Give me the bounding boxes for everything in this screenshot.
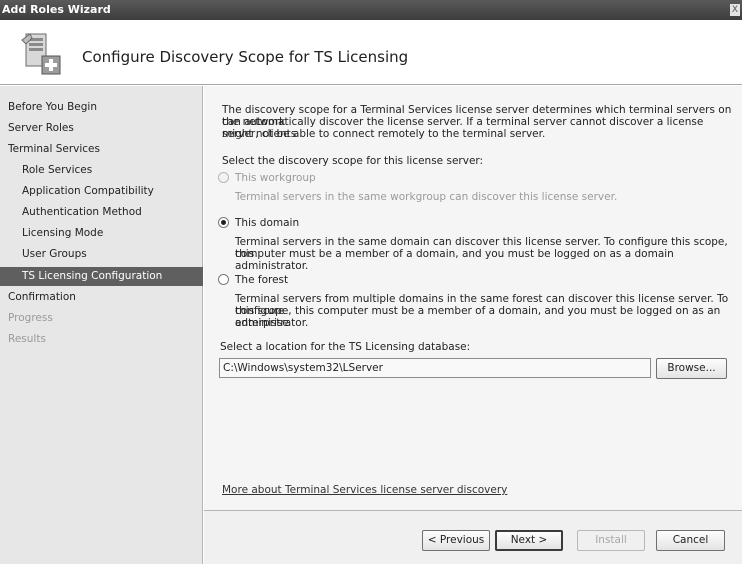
wizard-steps-nav: Before You Begin Server Roles Terminal S…	[0, 86, 203, 564]
nav-item-server-roles[interactable]: Server Roles	[0, 119, 203, 138]
workgroup-description: Terminal servers in the same workgroup c…	[235, 191, 618, 203]
install-button: Install	[577, 530, 645, 551]
forest-label[interactable]: The forest	[235, 274, 288, 286]
domain-radio[interactable]	[218, 217, 229, 228]
nav-item-progress: Progress	[8, 312, 53, 324]
domain-label[interactable]: This domain	[235, 217, 299, 229]
wizard-header: Configure Discovery Scope for TS Licensi…	[0, 20, 742, 85]
radio-selected-dot	[221, 220, 226, 225]
wizard-footer: < Previous Next > Install Cancel	[204, 510, 742, 564]
window-title: Add Roles Wizard	[2, 3, 111, 16]
nav-item-ts-licensing-configuration[interactable]: TS Licensing Configuration	[0, 267, 203, 286]
nav-item-results: Results	[8, 333, 46, 345]
forest-radio[interactable]	[218, 274, 229, 285]
browse-button[interactable]: Browse...	[656, 358, 727, 379]
database-location-input[interactable]: C:\Windows\system32\LServer	[219, 358, 651, 378]
more-info-link[interactable]: More about Terminal Services license ser…	[222, 484, 507, 496]
cancel-button[interactable]: Cancel	[656, 530, 725, 551]
workgroup-label: This workgroup	[235, 172, 316, 184]
previous-button[interactable]: < Previous	[422, 530, 490, 551]
wizard-content: The discovery scope for a Terminal Servi…	[204, 86, 742, 510]
close-icon[interactable]: X	[730, 4, 740, 16]
nav-item-licensing-mode[interactable]: Licensing Mode	[0, 224, 203, 243]
nav-item-before-you-begin[interactable]: Before You Begin	[0, 98, 203, 117]
window-title-bar: Add Roles Wizard X	[0, 0, 742, 20]
nav-item-role-services[interactable]: Role Services	[0, 161, 203, 180]
intro-text-line-3: might not be able to connect remotely to…	[222, 128, 546, 140]
nav-item-application-compatibility[interactable]: Application Compatibility	[0, 182, 203, 201]
location-label: Select a location for the TS Licensing d…	[220, 341, 471, 353]
forest-description-line-2: this scope, this computer must be a memb…	[235, 305, 721, 329]
nav-item-authentication-method[interactable]: Authentication Method	[0, 203, 203, 222]
server-add-icon	[18, 30, 64, 76]
forest-description-line-3: administrator.	[235, 317, 309, 329]
nav-item-confirmation[interactable]: Confirmation	[0, 288, 203, 307]
nav-item-terminal-services[interactable]: Terminal Services	[0, 140, 203, 159]
workgroup-radio	[218, 172, 229, 183]
nav-item-user-groups[interactable]: User Groups	[0, 245, 203, 264]
domain-description-line-2: computer must be a member of a domain, a…	[235, 248, 674, 272]
next-button[interactable]: Next >	[495, 530, 563, 551]
page-title: Configure Discovery Scope for TS Licensi…	[82, 48, 409, 66]
scope-prompt: Select the discovery scope for this lice…	[222, 155, 484, 167]
